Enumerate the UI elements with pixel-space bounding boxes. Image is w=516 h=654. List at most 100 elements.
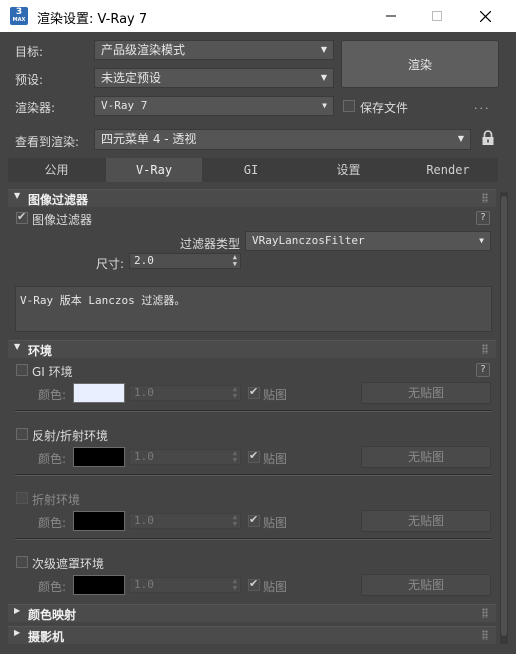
help-button[interactable]: ? — [476, 211, 490, 225]
drag-grip-icon — [482, 630, 488, 640]
refract-env-no-map-button[interactable]: 无贴图 — [361, 510, 491, 532]
dropdown-arrow-icon: ▼ — [322, 101, 327, 110]
tab-common[interactable]: 公用 — [8, 158, 105, 182]
gi-env-color-swatch[interactable] — [73, 383, 125, 403]
refract-env-checkbox[interactable] — [16, 492, 28, 504]
tab-settings[interactable]: 设置 — [300, 158, 397, 182]
view-to-render-value: 四元菜单 4 - 透视 — [101, 132, 197, 146]
renderer-dropdown[interactable]: V-Ray 7 ▼ — [94, 96, 334, 116]
spinner-arrows-icon: ▲ ▼ — [232, 385, 237, 400]
app-icon-label: 3 — [15, 7, 23, 17]
tab-vray[interactable]: V-Ray — [106, 158, 202, 182]
spinner-arrows-icon: ▲ ▼ — [232, 577, 237, 592]
preset-label: 预设: — [15, 73, 44, 87]
gi-env-checkbox[interactable] — [16, 364, 28, 376]
3dsmax-app-icon: 3 MAX — [10, 7, 28, 25]
rollout-camera-title: 摄影机 — [28, 630, 65, 644]
gi-env-multiplier-spinner[interactable]: 1.0 ▲ ▼ — [129, 385, 241, 401]
separator — [15, 538, 491, 540]
secondary-matte-env-color-swatch[interactable] — [73, 575, 125, 595]
secondary-matte-env-map-label: 贴图 — [263, 580, 288, 594]
gi-env-color-label: 颜色: — [38, 388, 67, 402]
secondary-matte-env-multiplier-value: 1.0 — [134, 578, 154, 591]
maximize-icon — [432, 11, 442, 21]
close-button[interactable] — [462, 0, 508, 32]
dropdown-arrow-icon: ▼ — [479, 236, 484, 245]
drag-grip-icon — [482, 344, 488, 354]
refract-env-map-label: 贴图 — [263, 516, 288, 530]
dropdown-arrow-icon: ▼ — [320, 45, 327, 54]
separator — [15, 474, 491, 476]
renderer-value: V-Ray 7 — [101, 99, 148, 112]
secondary-matte-env-checkbox[interactable] — [16, 556, 28, 568]
filter-size-spinner[interactable]: 2.0 ▲ ▼ — [129, 253, 241, 269]
secondary-matte-env-label: 次级遮罩环境 — [32, 557, 105, 571]
reflect-refract-env-multiplier-value: 1.0 — [134, 450, 154, 463]
refract-env-label: 折射环境 — [32, 493, 81, 507]
rollout-color-mapping-header[interactable]: ▶ 颜色映射 — [8, 604, 496, 622]
gi-env-map-checkbox[interactable] — [248, 385, 260, 399]
rollout-camera-header[interactable]: ▶ 摄影机 — [8, 626, 496, 644]
refract-env-map-checkbox[interactable] — [248, 513, 260, 527]
filter-size-value: 2.0 — [134, 254, 154, 267]
refract-env-multiplier-spinner[interactable]: 1.0 ▲ ▼ — [129, 513, 241, 529]
more-options-button[interactable]: ... — [474, 99, 491, 112]
tab-gi[interactable]: GI — [203, 158, 299, 182]
image-filter-checkbox[interactable] — [16, 210, 28, 224]
maximize-button[interactable] — [414, 0, 460, 32]
refract-env-multiplier-value: 1.0 — [134, 514, 154, 527]
secondary-matte-env-no-map-button[interactable]: 无贴图 — [361, 574, 491, 596]
reflect-refract-env-map-label: 贴图 — [263, 452, 288, 466]
scrollbar-thumb[interactable] — [501, 196, 507, 636]
reflect-refract-env-multiplier-spinner[interactable]: 1.0 ▲ ▼ — [129, 449, 241, 465]
rollout-environment-title: 环境 — [28, 344, 53, 358]
reflect-refract-env-map-checkbox[interactable] — [248, 449, 260, 463]
preset-dropdown[interactable]: 未选定预设 ▼ — [94, 68, 334, 88]
filter-type-dropdown[interactable]: VRayLanczosFilter ▼ — [245, 231, 491, 251]
collapse-triangle-icon: ▼ — [14, 191, 21, 200]
tab-bar: 公用 V-Ray GI 设置 Render Elements — [8, 158, 498, 201]
save-file-label: 保存文件 — [360, 101, 409, 115]
rollout-environment-header[interactable]: ▼ 环境 — [8, 340, 496, 358]
view-to-render-dropdown[interactable]: 四元菜单 4 - 透视 ▼ — [94, 129, 471, 150]
dropdown-arrow-icon: ▼ — [457, 134, 464, 143]
filter-size-label: 尺寸: — [96, 257, 125, 271]
target-value: 产品级渲染模式 — [101, 43, 186, 57]
separator — [15, 410, 491, 412]
gi-env-label: GI 环境 — [32, 365, 73, 379]
close-icon — [479, 10, 491, 22]
spinner-arrows-icon: ▲ ▼ — [232, 253, 237, 268]
preset-value: 未选定预设 — [101, 71, 162, 85]
secondary-matte-env-color-label: 颜色: — [38, 580, 67, 594]
drag-grip-icon — [482, 608, 488, 618]
window-title: 渲染设置: V-Ray 7 — [37, 12, 148, 27]
save-file-checkbox[interactable] — [343, 100, 355, 112]
spinner-arrows-icon: ▲ ▼ — [232, 513, 237, 528]
secondary-matte-env-map-checkbox[interactable] — [248, 577, 260, 591]
expand-triangle-icon: ▶ — [14, 628, 21, 637]
reflect-refract-env-no-map-button[interactable]: 无贴图 — [361, 446, 491, 468]
refract-env-color-swatch[interactable] — [73, 511, 125, 531]
dropdown-arrow-icon: ▼ — [320, 73, 327, 82]
reflect-refract-env-checkbox[interactable] — [16, 428, 28, 440]
expand-triangle-icon: ▶ — [14, 606, 21, 615]
help-button[interactable]: ? — [476, 363, 490, 377]
lock-icon[interactable] — [481, 130, 495, 147]
drag-grip-icon — [482, 193, 488, 203]
render-button[interactable]: 渲染 — [341, 40, 499, 88]
target-dropdown[interactable]: 产品级渲染模式 ▼ — [94, 40, 334, 60]
gi-env-no-map-button[interactable]: 无贴图 — [361, 382, 491, 404]
tab-render-elements[interactable]: Render Elements — [398, 158, 498, 201]
minimize-icon — [386, 15, 396, 17]
spinner-arrows-icon: ▲ ▼ — [232, 449, 237, 464]
reflect-refract-env-color-swatch[interactable] — [73, 447, 125, 467]
minimize-button[interactable] — [368, 0, 414, 32]
collapse-triangle-icon: ▼ — [14, 342, 21, 351]
secondary-matte-env-multiplier-spinner[interactable]: 1.0 ▲ ▼ — [129, 577, 241, 593]
view-to-render-label: 查看到渲染: — [15, 135, 80, 149]
renderer-label: 渲染器: — [15, 101, 56, 115]
app-icon-sublabel: MAX — [12, 17, 26, 23]
image-filter-enable-label: 图像过滤器 — [32, 213, 93, 227]
reflect-refract-env-color-label: 颜色: — [38, 452, 67, 466]
rollout-image-filter-header[interactable]: ▼ 图像过滤器 — [8, 189, 496, 207]
